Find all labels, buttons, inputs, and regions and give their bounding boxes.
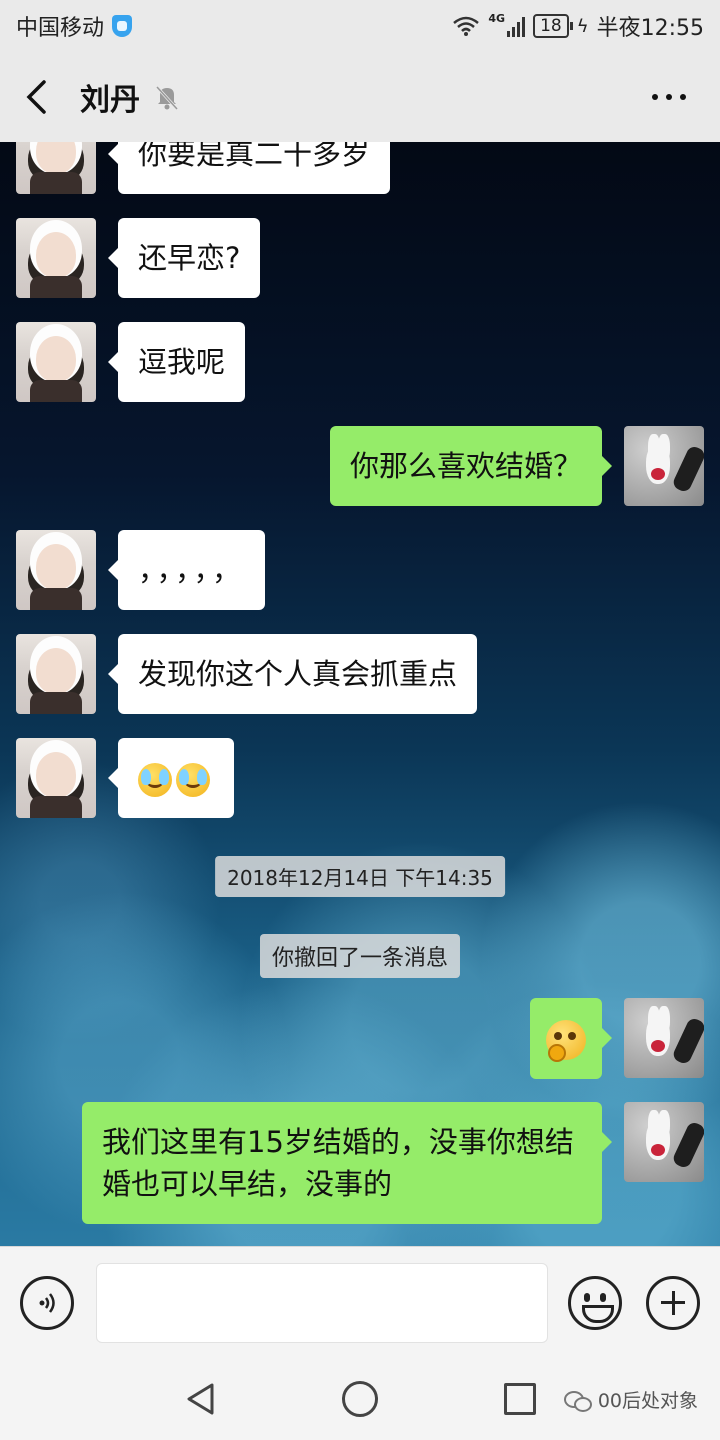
chat-area[interactable]: 你要是真二十多岁 还早恋? 逗我呢 你那么喜欢结婚？ ，，，，， 发现你这个人真… bbox=[0, 142, 720, 1246]
signal-icon bbox=[507, 15, 526, 37]
watermark-text: 00后处对象 bbox=[597, 1390, 698, 1412]
bell-muted-icon bbox=[155, 85, 179, 111]
back-arrow-icon bbox=[26, 80, 46, 114]
contact-avatar[interactable] bbox=[16, 738, 96, 818]
network-type: 4G bbox=[488, 12, 506, 25]
thinking-face-emoji-icon bbox=[546, 1020, 586, 1062]
contact-avatar[interactable] bbox=[16, 142, 96, 194]
recall-notice: 你撤回了一条消息 bbox=[259, 934, 461, 978]
nav-home-icon[interactable] bbox=[342, 1381, 378, 1417]
my-avatar[interactable] bbox=[624, 426, 704, 506]
status-bar: 中国移动 4G 18 ϟ 半夜12:55 bbox=[0, 0, 720, 52]
contact-avatar[interactable] bbox=[16, 218, 96, 298]
security-shield-icon bbox=[112, 15, 133, 37]
more-dot bbox=[666, 94, 672, 100]
emoji-button[interactable] bbox=[568, 1275, 622, 1330]
chat-header: 刘丹 bbox=[0, 52, 720, 142]
contact-name: 刘丹 bbox=[80, 83, 140, 118]
back-button[interactable] bbox=[24, 72, 64, 122]
crying-face-emoji-icon bbox=[138, 763, 172, 797]
message-incoming: 发现你这个人真会抓重点 bbox=[16, 634, 478, 714]
clock: 半夜12:55 bbox=[596, 16, 704, 41]
message-input[interactable] bbox=[96, 1262, 548, 1343]
battery-icon: 18 bbox=[533, 14, 573, 38]
message-incoming: 还早恋? bbox=[16, 218, 261, 298]
message-bubble-emoji[interactable] bbox=[530, 998, 612, 1079]
my-avatar[interactable] bbox=[624, 1102, 704, 1182]
shoe-shape bbox=[671, 1016, 704, 1066]
message-incoming: ，，，，， bbox=[16, 530, 266, 610]
voice-button[interactable] bbox=[20, 1275, 74, 1330]
message-bubble[interactable]: 发现你这个人真会抓重点 bbox=[107, 634, 478, 714]
voice-icon bbox=[39, 1292, 55, 1313]
carrier-label: 中国移动 bbox=[16, 16, 105, 41]
nav-back-icon[interactable] bbox=[184, 1382, 216, 1416]
message-bubble[interactable]: 你要是真二十多岁 bbox=[107, 142, 391, 194]
charging-icon: ϟ bbox=[576, 15, 589, 37]
message-incoming bbox=[16, 738, 234, 818]
battery-level: 18 bbox=[540, 16, 562, 36]
shoe-shape bbox=[671, 1120, 704, 1170]
more-button[interactable] bbox=[642, 84, 696, 110]
nav-recent-icon[interactable] bbox=[504, 1383, 536, 1415]
more-dot bbox=[652, 94, 658, 100]
crying-face-emoji-icon bbox=[176, 763, 210, 797]
wechat-logo-icon bbox=[563, 1389, 592, 1412]
wifi-icon bbox=[453, 16, 480, 36]
message-bubble[interactable]: 逗我呢 bbox=[107, 322, 246, 402]
status-right: 4G 18 ϟ 半夜12:55 bbox=[452, 10, 704, 42]
contact-avatar[interactable] bbox=[16, 322, 96, 402]
message-bubble[interactable]: 我们这里有15岁结婚的，没事你想结婚也可以早结，没事的 bbox=[82, 1102, 612, 1224]
message-bubble[interactable]: 你那么喜欢结婚？ bbox=[329, 426, 613, 506]
message-bubble[interactable]: 还早恋? bbox=[107, 218, 261, 298]
input-bar bbox=[0, 1246, 720, 1358]
message-incoming: 你要是真二十多岁 bbox=[16, 142, 391, 194]
chat-timestamp: 2018年12月14日 下午14:35 bbox=[215, 856, 505, 897]
watermark: 00后处对象 bbox=[563, 1386, 698, 1413]
shoe-shape bbox=[671, 444, 704, 494]
message-outgoing bbox=[530, 998, 704, 1079]
message-bubble[interactable]: ，，，，， bbox=[107, 530, 266, 610]
status-left: 中国移动 bbox=[16, 10, 133, 42]
more-dot bbox=[680, 94, 686, 100]
message-outgoing: 你那么喜欢结婚？ bbox=[329, 426, 704, 506]
more-functions-button[interactable] bbox=[646, 1275, 700, 1330]
message-bubble-emoji[interactable] bbox=[108, 738, 234, 818]
my-avatar[interactable] bbox=[624, 998, 704, 1078]
contact-avatar[interactable] bbox=[16, 530, 96, 610]
contact-avatar[interactable] bbox=[16, 634, 96, 714]
message-outgoing: 我们这里有15岁结婚的，没事你想结婚也可以早结，没事的 bbox=[82, 1102, 704, 1224]
message-incoming: 逗我呢 bbox=[16, 322, 246, 402]
system-nav-bar: 00后处对象 bbox=[0, 1358, 720, 1440]
